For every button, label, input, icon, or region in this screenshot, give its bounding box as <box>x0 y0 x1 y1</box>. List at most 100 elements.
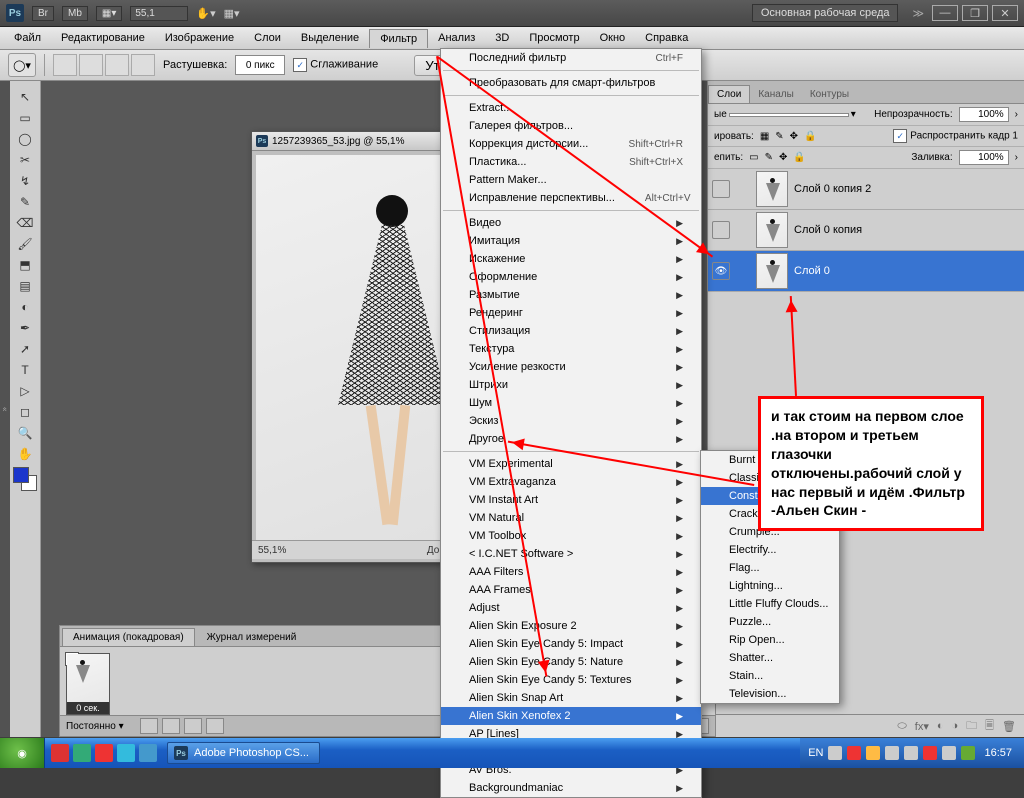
minimize-button[interactable]: — <box>932 5 958 21</box>
bridge-icon[interactable]: Br <box>32 6 54 21</box>
viewmode-icon[interactable]: ▦▾ <box>96 6 122 21</box>
menu-item[interactable]: Little Fluffy Clouds... <box>701 595 839 613</box>
menu-item[interactable]: Коррекция дисторсии...Shift+Ctrl+R <box>441 135 701 153</box>
tray-nvidia-icon[interactable] <box>961 746 975 760</box>
tool-item[interactable]: 🖌 <box>14 234 36 254</box>
menu-item[interactable]: Television... <box>701 685 839 703</box>
menu-item[interactable]: Lightning... <box>701 577 839 595</box>
tool-item[interactable]: ⬒ <box>14 255 36 275</box>
tray-icon[interactable] <box>904 746 918 760</box>
menu-Изображение[interactable]: Изображение <box>155 29 244 47</box>
menu-item[interactable]: Усиление резкости▶ <box>441 358 701 376</box>
layer-row[interactable]: Слой 0 копия <box>708 210 1024 251</box>
menu-item[interactable]: Alien Skin Eye Candy 5: Nature▶ <box>441 653 701 671</box>
tool-item[interactable]: ▤ <box>14 276 36 296</box>
tool-item[interactable]: ✎ <box>14 192 36 212</box>
tray-volume-icon[interactable] <box>885 746 899 760</box>
layer-mask-icon[interactable]: ◐ <box>937 720 944 732</box>
panel-tab[interactable]: Слои <box>708 85 750 103</box>
zoom-level[interactable]: 55,1 <box>130 6 188 21</box>
tray-avira-icon[interactable] <box>923 746 937 760</box>
lock-position-icon[interactable]: ✥ <box>790 131 798 142</box>
new-layer-icon[interactable]: 🗏 <box>985 717 994 736</box>
menu-item[interactable]: Пластика...Shift+Ctrl+X <box>441 153 701 171</box>
menu-item[interactable]: Alien Skin Exposure 2▶ <box>441 617 701 635</box>
panel-tab[interactable]: Контуры <box>802 86 857 103</box>
selection-new-icon[interactable] <box>53 54 77 76</box>
menu-item[interactable]: Extract... <box>441 99 701 117</box>
antialias-checkbox[interactable]: ✓Сглаживание <box>293 58 378 72</box>
menu-Выделение[interactable]: Выделение <box>291 29 369 47</box>
tool-item[interactable]: ▷ <box>14 381 36 401</box>
menu-item[interactable]: Текстура▶ <box>441 340 701 358</box>
opera-icon[interactable] <box>95 744 113 762</box>
workspace-switcher[interactable]: Основная рабочая среда <box>752 4 899 22</box>
menu-item[interactable]: Pattern Maker... <box>441 171 701 189</box>
menu-item[interactable]: Другое▶ <box>441 430 701 448</box>
unify-visibility-icon[interactable]: ✎ <box>765 152 773 163</box>
lock-pixels-icon[interactable]: ✎ <box>775 131 783 142</box>
menu-item[interactable]: Alien Skin Eye Candy 5: Impact▶ <box>441 635 701 653</box>
menu-item[interactable]: Преобразовать для смарт-фильтров <box>441 74 701 92</box>
layer-row[interactable]: Слой 0 копия 2 <box>708 169 1024 210</box>
current-tool-icon[interactable]: ◯▾ <box>8 53 36 77</box>
menu-item[interactable]: Alien Skin Eye Candy 5: Textures▶ <box>441 671 701 689</box>
feather-input[interactable] <box>235 55 285 75</box>
tool-item[interactable]: T <box>14 360 36 380</box>
menu-item[interactable]: Последний фильтрCtrl+F <box>441 49 701 67</box>
menu-item[interactable]: Alien Skin Xenofex 2▶ <box>441 707 701 725</box>
menu-item[interactable]: Rip Open... <box>701 631 839 649</box>
menu-3D[interactable]: 3D <box>485 29 519 47</box>
tray-icon[interactable] <box>847 746 861 760</box>
menu-item[interactable]: Видео▶ <box>441 214 701 232</box>
menu-item[interactable]: Искажение▶ <box>441 250 701 268</box>
clock[interactable]: 16:57 <box>980 747 1016 759</box>
lock-icon[interactable]: 🔒 <box>793 152 805 163</box>
menu-item[interactable]: Имитация▶ <box>441 232 701 250</box>
selection-intersect-icon[interactable] <box>131 54 155 76</box>
first-frame-button[interactable] <box>140 718 158 734</box>
menu-item[interactable]: Эскиз▶ <box>441 412 701 430</box>
selection-add-icon[interactable] <box>79 54 103 76</box>
menu-Фильтр[interactable]: Фильтр <box>369 29 428 48</box>
menu-item[interactable]: Штрихи▶ <box>441 376 701 394</box>
menu-Анализ[interactable]: Анализ <box>428 29 485 47</box>
maximize-button[interactable]: ❐ <box>962 5 988 21</box>
menu-Просмотр[interactable]: Просмотр <box>519 29 589 47</box>
quicklaunch-icon[interactable] <box>139 744 157 762</box>
opacity-input[interactable]: 100% <box>959 107 1009 122</box>
close-button[interactable]: ✕ <box>992 5 1018 21</box>
menu-item[interactable]: Puzzle... <box>701 613 839 631</box>
menu-item[interactable]: VM Experimental▶ <box>441 455 701 473</box>
tool-item[interactable]: ▭ <box>14 108 36 128</box>
propagate-frame-checkbox[interactable]: ✓Распространить кадр 1 <box>893 129 1018 143</box>
blend-mode-select[interactable]: ые ▾ <box>714 109 856 120</box>
tool-item[interactable]: ◯ <box>14 129 36 149</box>
selection-subtract-icon[interactable] <box>105 54 129 76</box>
tool-item[interactable]: ◻ <box>14 402 36 422</box>
arrange-icon[interactable]: ▦▾ <box>224 7 240 20</box>
quicklaunch-icon[interactable] <box>51 744 69 762</box>
menu-item[interactable]: Исправление перспективы...Alt+Ctrl+V <box>441 189 701 207</box>
tool-item[interactable]: 🔍 <box>14 423 36 443</box>
fill-input[interactable]: 100% <box>959 150 1009 165</box>
hand-icon[interactable]: ✋▾ <box>196 7 215 20</box>
tab-measurement-log[interactable]: Журнал измерений <box>197 629 307 646</box>
menu-Окно[interactable]: Окно <box>590 29 636 47</box>
visibility-toggle[interactable]: 👁 <box>712 262 730 280</box>
menu-Справка[interactable]: Справка <box>635 29 698 47</box>
panel-tab[interactable]: Каналы <box>750 86 802 103</box>
tool-item[interactable]: ↖ <box>14 87 36 107</box>
tray-icon[interactable] <box>828 746 842 760</box>
layer-row[interactable]: 👁Слой 0 <box>708 251 1024 292</box>
menu-item[interactable]: Flag... <box>701 559 839 577</box>
menu-item[interactable]: < I.C.NET Software >▶ <box>441 545 701 563</box>
menu-item[interactable]: Alien Skin Snap Art▶ <box>441 689 701 707</box>
tray-icon[interactable] <box>942 746 956 760</box>
menu-item[interactable]: Electrify... <box>701 541 839 559</box>
menu-item[interactable]: AAA Filters▶ <box>441 563 701 581</box>
loop-selector[interactable]: Постоянно ▾ <box>66 721 124 732</box>
menu-item[interactable]: VM Natural▶ <box>441 509 701 527</box>
group-icon[interactable]: 🗀 <box>966 717 977 736</box>
menu-item[interactable]: VM Toolbox▶ <box>441 527 701 545</box>
